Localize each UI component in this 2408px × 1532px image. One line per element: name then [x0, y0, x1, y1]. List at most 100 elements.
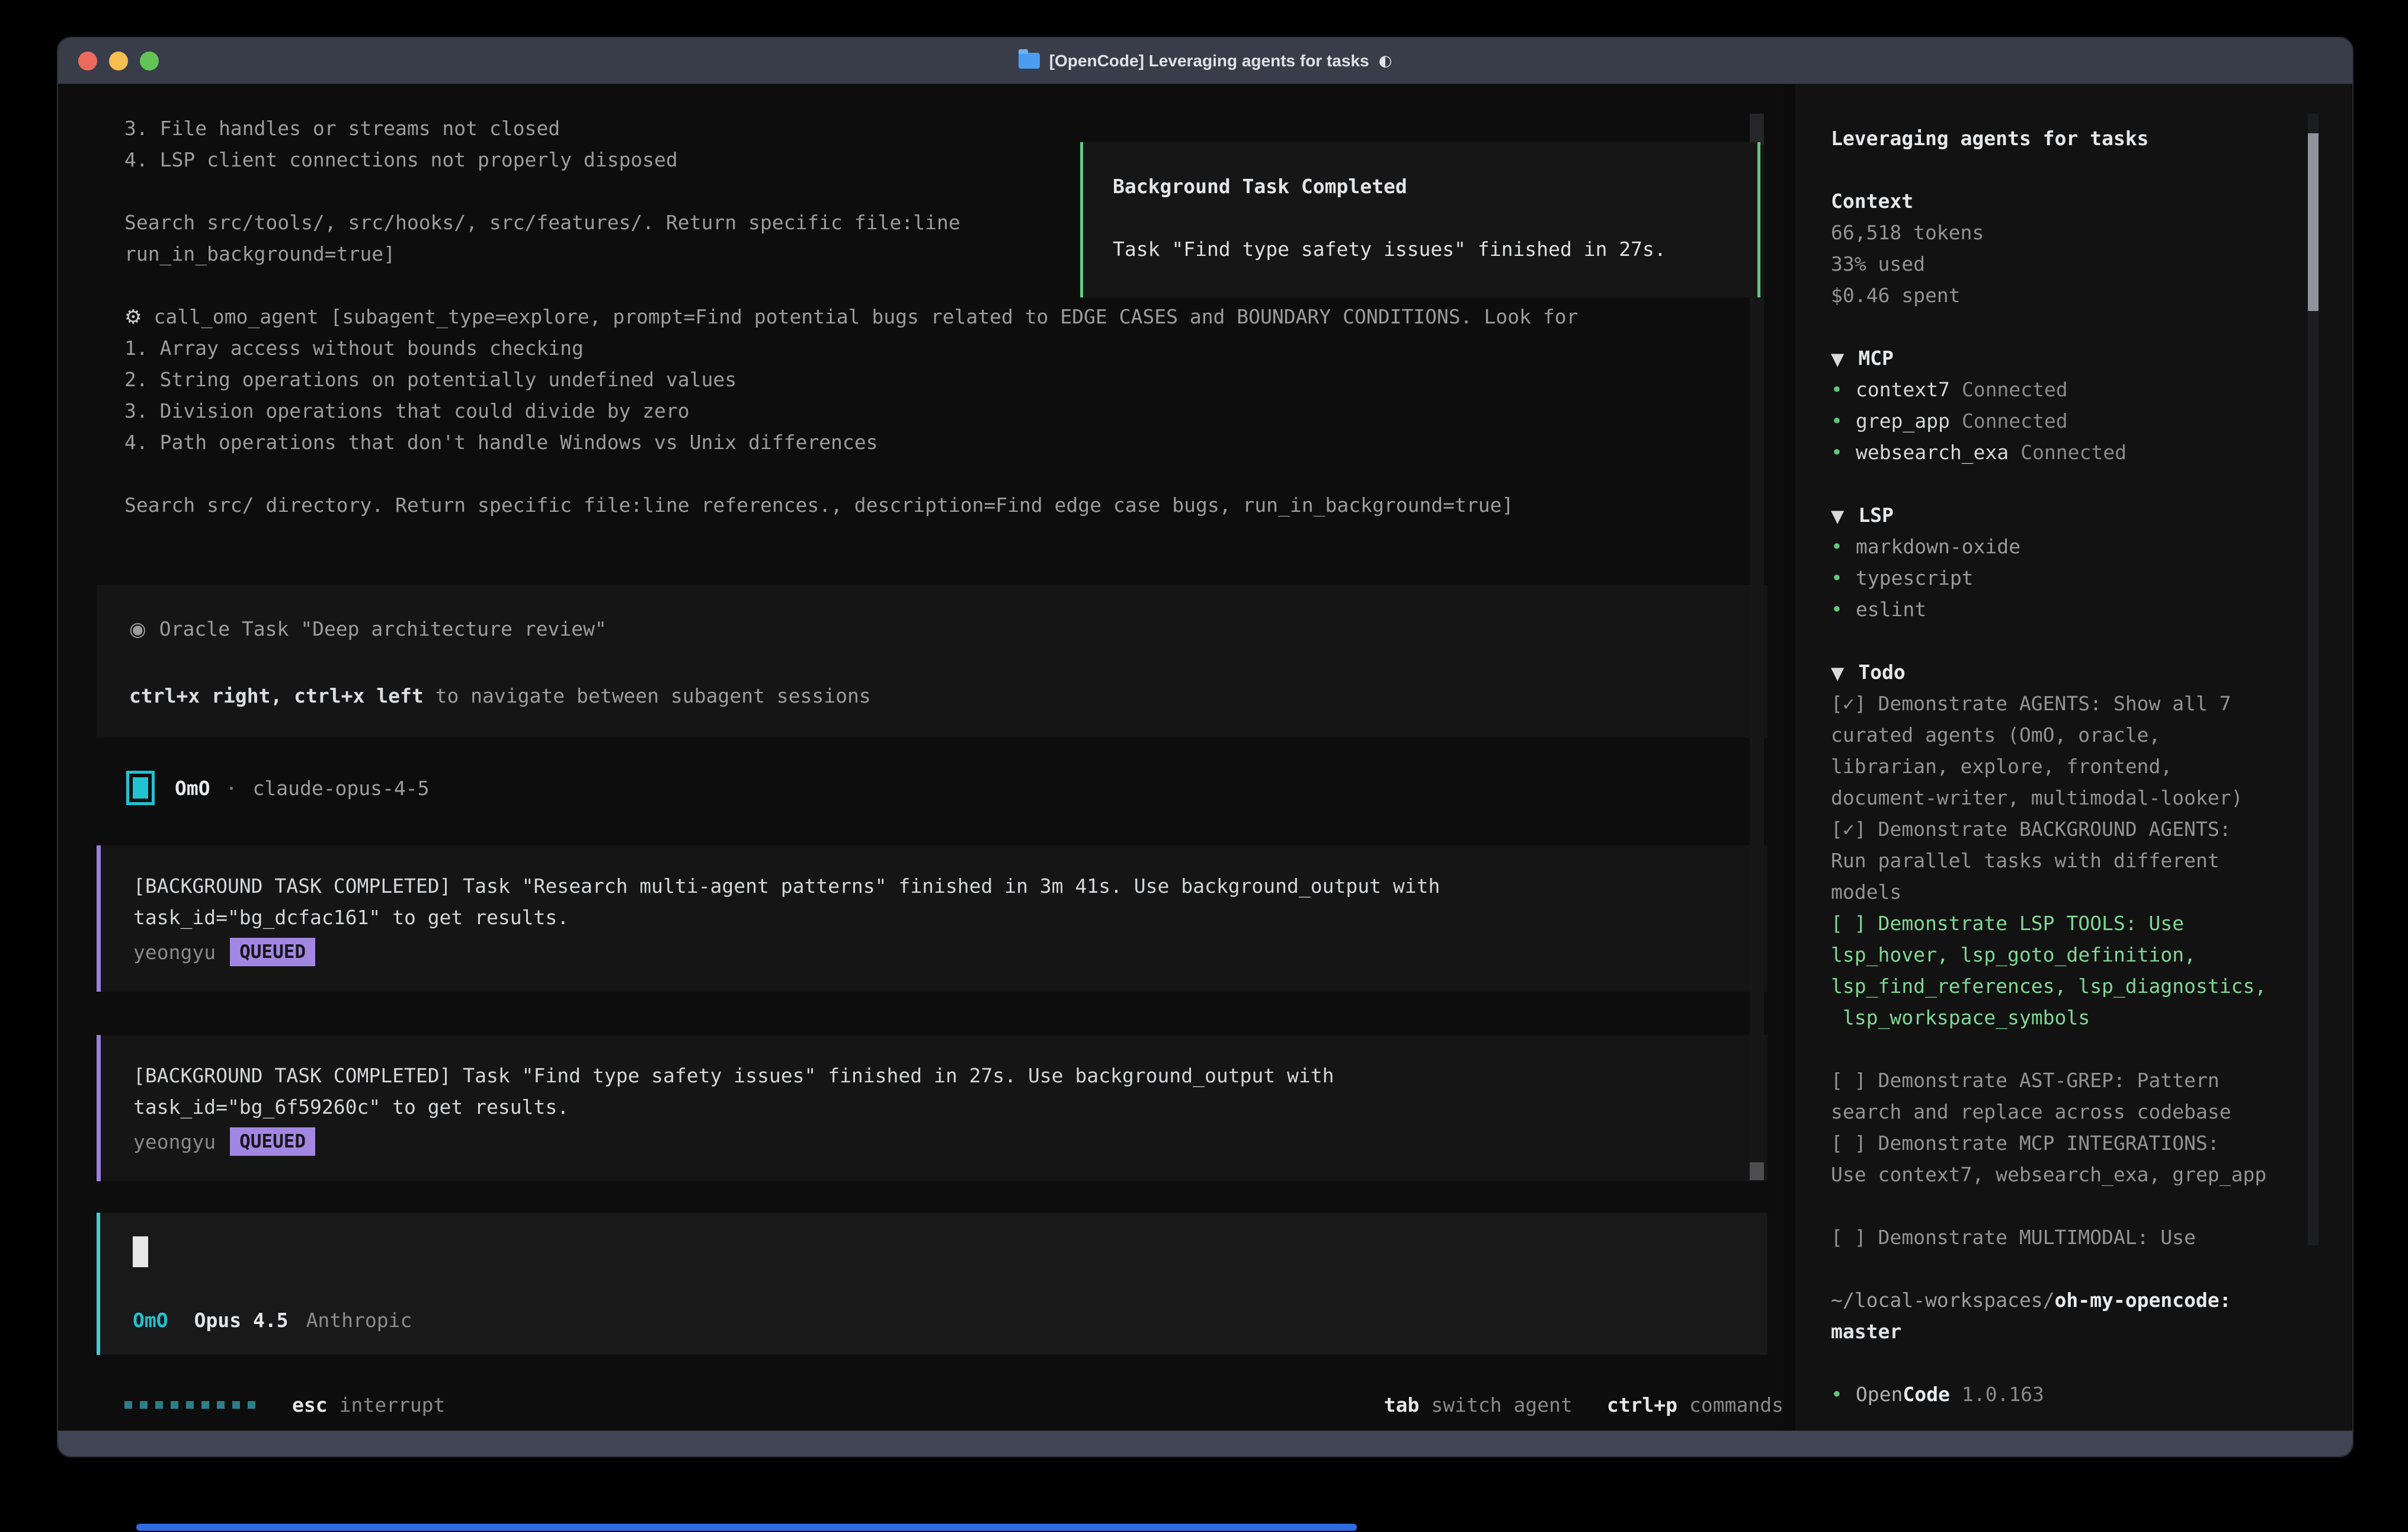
- bottom-blue-bar: [136, 1524, 1357, 1531]
- collapse-triangle-icon: ▼: [1831, 663, 1844, 683]
- background-task-message: [BACKGROUND TASK COMPLETED] Task "Resear…: [97, 845, 1767, 992]
- keyboard-shortcut: ctrl+x right, ctrl+x left: [129, 684, 424, 707]
- message-author: yeongyu: [133, 941, 216, 964]
- terminal-line: 4. Path operations that don't handle Win…: [124, 427, 1578, 458]
- terminal-window: [OpenCode] Leveraging agents for tasks ◐…: [57, 37, 2353, 1457]
- esc-key-hint: esc: [292, 1393, 328, 1416]
- terminal-line: 2. String operations on potentially unde…: [124, 364, 1578, 395]
- ctrlp-key-action: commands: [1689, 1393, 1783, 1416]
- status-dot-icon: •: [1831, 566, 1843, 589]
- terminal-line: 1. Array access without bounds checking: [124, 332, 1578, 364]
- context-tokens: 66,518 tokens: [1831, 217, 2305, 248]
- mcp-item: •grep_appConnected: [1831, 405, 2305, 437]
- omo-agent-icon-fill: [133, 777, 148, 799]
- lsp-item: •typescript: [1831, 562, 2305, 594]
- prompt-input[interactable]: OmO Opus 4.5 Anthropic: [97, 1213, 1767, 1355]
- collapse-triangle-icon: ▼: [1831, 506, 1844, 526]
- sidebar-scrollbar-thumb[interactable]: [2308, 133, 2319, 311]
- tab-key-action: switch agent: [1431, 1393, 1572, 1416]
- workspace-path: ~/local-workspaces/oh-my-opencode:: [1831, 1284, 2305, 1316]
- todo-line: librarian, explore, frontend,: [1831, 751, 2305, 782]
- todo-line: document-writer, multimodal-looker): [1831, 782, 2305, 813]
- gear-icon: ⚙: [124, 305, 142, 328]
- lsp-item: •eslint: [1831, 594, 2305, 625]
- todo-section-header[interactable]: ▼Todo: [1831, 656, 2305, 688]
- context-spent: $0.46 spent: [1831, 280, 2305, 311]
- workspace-branch: master: [1831, 1316, 2305, 1347]
- tab-key-hint: tab: [1384, 1393, 1420, 1416]
- status-bar: esc interrupt tab switch agent ctrl+p co…: [124, 1389, 1783, 1421]
- session-sidebar: Leveraging agents for tasks Context 66,5…: [1795, 84, 2351, 1431]
- pane-divider: [1783, 84, 1795, 1431]
- terminal-line: [124, 458, 1578, 489]
- text-cursor: [133, 1236, 148, 1267]
- todo-line-active: [ ] Demonstrate LSP TOOLS: Use: [1831, 908, 2305, 939]
- lsp-section-header[interactable]: ▼LSP: [1831, 499, 2305, 531]
- mcp-section-header[interactable]: ▼MCP: [1831, 342, 2305, 374]
- minimize-button[interactable]: [109, 52, 128, 70]
- message-text-line: [BACKGROUND TASK COMPLETED] Task "Resear…: [133, 870, 1735, 902]
- close-button[interactable]: [78, 52, 97, 70]
- record-icon: ◉: [129, 617, 146, 640]
- agent-name: OmO: [175, 777, 210, 800]
- terminal-line: 3. File handles or streams not closed: [124, 113, 1578, 144]
- todo-line: [ ] Demonstrate MULTIMODAL: Use: [1831, 1222, 2305, 1253]
- activity-dots: [124, 1401, 255, 1409]
- status-left: esc interrupt: [124, 1393, 445, 1416]
- window-titlebar[interactable]: [OpenCode] Leveraging agents for tasks ◐: [58, 38, 2352, 84]
- mcp-item: •context7Connected: [1831, 374, 2305, 405]
- todo-line: [✓] Demonstrate AGENTS: Show all 7: [1831, 688, 2305, 719]
- message-author: yeongyu: [133, 1130, 216, 1153]
- window-bottom-frame: [58, 1431, 2352, 1456]
- terminal-line: 3. Division operations that could divide…: [124, 395, 1578, 427]
- opencode-version: •OpenCode1.0.163: [1831, 1379, 2305, 1410]
- esc-key-action: interrupt: [340, 1393, 446, 1416]
- lsp-item: •markdown-oxide: [1831, 531, 2305, 562]
- chat-scrollbar-thumb[interactable]: [1750, 1162, 1764, 1180]
- status-right: tab switch agent ctrl+p commands: [1384, 1393, 1783, 1416]
- background-task-toast: Background Task Completed Task "Find typ…: [1080, 142, 1760, 297]
- status-dot-icon: •: [1831, 598, 1843, 621]
- background-task-message: [BACKGROUND TASK COMPLETED] Task "Find t…: [97, 1035, 1767, 1181]
- window-title-group: [OpenCode] Leveraging agents for tasks ◐: [1019, 52, 1392, 70]
- status-badge: QUEUED: [230, 1127, 315, 1156]
- todo-line: curated agents (OmO, oracle,: [1831, 719, 2305, 751]
- terminal-line-tool-call: ⚙ call_omo_agent [subagent_type=explore,…: [124, 301, 1578, 332]
- message-meta: yeongyu QUEUED: [133, 938, 1735, 966]
- commands-hint-group: ctrl+p commands: [1607, 1393, 1783, 1416]
- collapse-triangle-icon: ▼: [1831, 349, 1844, 369]
- status-dot-icon: •: [1831, 378, 1843, 401]
- message-meta: yeongyu QUEUED: [133, 1127, 1735, 1156]
- context-heading: Context: [1831, 185, 2305, 217]
- agent-header: OmO · claude-opus-4-5: [126, 770, 430, 806]
- status-badge: QUEUED: [230, 938, 315, 966]
- window-title: [OpenCode] Leveraging agents for tasks: [1049, 52, 1369, 70]
- sidebar-scrollbar[interactable]: [2308, 114, 2319, 1245]
- active-provider-label: Anthropic: [306, 1305, 412, 1336]
- context-used: 33% used: [1831, 248, 2305, 280]
- traffic-lights: [78, 38, 159, 84]
- tab-hint-group: tab switch agent: [1384, 1393, 1573, 1416]
- todo-line: Run parallel tasks with different: [1831, 845, 2305, 876]
- ctrlp-key-hint: ctrl+p: [1607, 1393, 1677, 1416]
- oracle-task-card: ◉Oracle Task "Deep architecture review" …: [97, 585, 1767, 738]
- todo-line-active: lsp_hover, lsp_goto_definition,: [1831, 939, 2305, 970]
- status-dot-icon: •: [1831, 535, 1843, 558]
- status-dot-icon: •: [1831, 409, 1843, 432]
- toast-body: Task "Find type safety issues" finished …: [1113, 233, 1728, 265]
- input-meta: OmO Opus 4.5 Anthropic: [133, 1305, 1735, 1336]
- active-agent-label: OmO: [133, 1305, 168, 1336]
- agent-model: claude-opus-4-5: [252, 777, 429, 800]
- zoom-button[interactable]: [140, 52, 159, 70]
- todo-line: [ ] Demonstrate MCP INTEGRATIONS:: [1831, 1127, 2305, 1159]
- todo-line-active: lsp_find_references, lsp_diagnostics,: [1831, 970, 2305, 1002]
- message-text-line: [BACKGROUND TASK COMPLETED] Task "Find t…: [133, 1060, 1735, 1091]
- oracle-task-hint: ctrl+x right, ctrl+x left to navigate be…: [129, 680, 1735, 711]
- active-model-label: Opus 4.5: [194, 1305, 289, 1336]
- terminal-line: Search src/ directory. Return specific f…: [124, 489, 1578, 521]
- oracle-task-title-line: ◉Oracle Task "Deep architecture review": [129, 613, 1735, 645]
- todo-line-active: lsp_workspace_symbols: [1831, 1002, 2305, 1033]
- chat-main-pane: 3. File handles or streams not closed 4.…: [65, 84, 1783, 1431]
- moon-icon: ◐: [1379, 52, 1392, 70]
- todo-line: search and replace across codebase: [1831, 1096, 2305, 1127]
